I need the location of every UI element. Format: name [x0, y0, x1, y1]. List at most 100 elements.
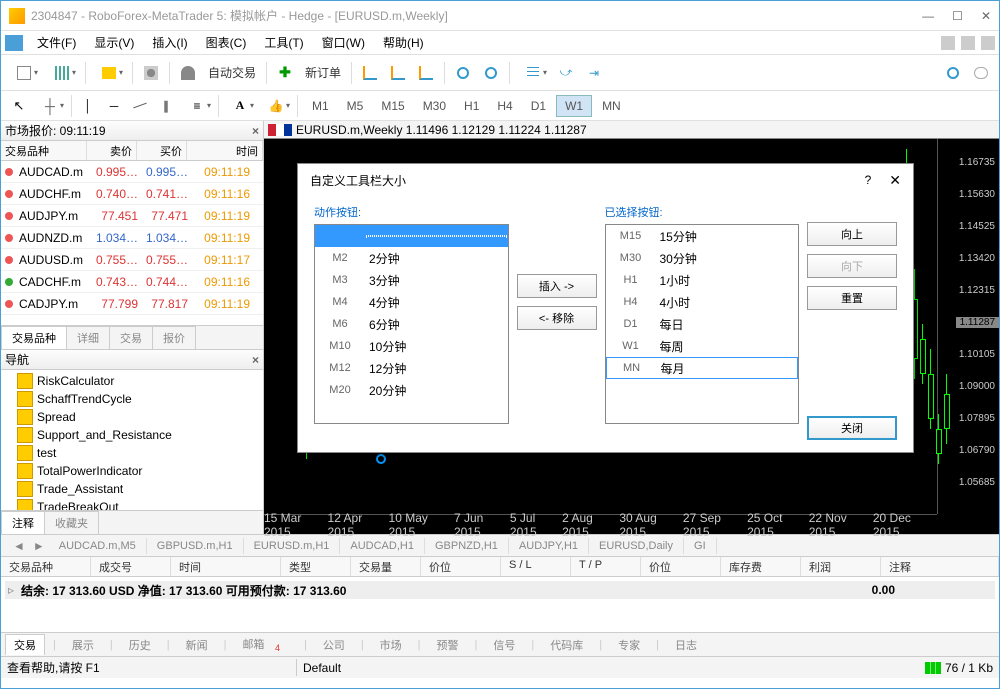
- zoom-out-button[interactable]: [479, 61, 503, 85]
- terminal-col[interactable]: 成交号: [91, 557, 171, 576]
- trendline-tool[interactable]: [128, 94, 152, 118]
- market-row[interactable]: CADCHF.m 0.743… 0.744… 09:11:16: [1, 271, 263, 293]
- terminal-tab-9[interactable]: 代码库: [542, 635, 591, 655]
- nav-item[interactable]: Support_and_Resistance: [1, 426, 263, 444]
- expand-icon[interactable]: ▹: [5, 583, 17, 597]
- nav-item[interactable]: TradeBreakOut: [1, 498, 263, 510]
- chart-tabs-prev[interactable]: ◄: [9, 539, 29, 553]
- market-watch-close[interactable]: ×: [252, 124, 259, 138]
- chat-button[interactable]: [969, 61, 993, 85]
- chart-tab[interactable]: GBPUSD.m,H1: [147, 538, 244, 554]
- terminal-col[interactable]: 利润: [801, 557, 881, 576]
- chart-tab[interactable]: AUDJPY,H1: [509, 538, 589, 554]
- options-button[interactable]: [139, 61, 163, 85]
- menu-help[interactable]: 帮助(H): [375, 32, 432, 53]
- available-item[interactable]: M22分钟: [315, 247, 508, 269]
- profiles-button[interactable]: [45, 61, 79, 85]
- available-item[interactable]: M1212分钟: [315, 357, 508, 379]
- terminal-tab-1[interactable]: 展示: [64, 635, 102, 655]
- hline-tool[interactable]: ─: [102, 94, 126, 118]
- nav-tab-fav[interactable]: 收藏夹: [44, 511, 99, 534]
- chart-tab[interactable]: GI: [684, 538, 717, 554]
- terminal-tab-3[interactable]: 新闻: [178, 635, 216, 655]
- new-order-button[interactable]: ✚: [273, 61, 297, 85]
- available-item[interactable]: M44分钟: [315, 291, 508, 313]
- remove-button[interactable]: <- 移除: [517, 306, 597, 330]
- market-row[interactable]: CADJPY.m 77.799 77.817 09:11:19: [1, 293, 263, 315]
- line-chart-button[interactable]: [414, 61, 438, 85]
- zoom-in-button[interactable]: [451, 61, 475, 85]
- selected-item[interactable]: H44小时: [606, 291, 799, 313]
- selected-item[interactable]: MN每月: [606, 357, 799, 379]
- nav-item[interactable]: SchaffTrendCycle: [1, 390, 263, 408]
- nav-item[interactable]: Spread: [1, 408, 263, 426]
- menu-window[interactable]: 窗口(W): [314, 32, 373, 53]
- terminal-col[interactable]: 类型: [281, 557, 351, 576]
- timeframe-H1[interactable]: H1: [456, 96, 487, 116]
- shift-button[interactable]: ⤻: [554, 61, 578, 85]
- mw-tab-symbols[interactable]: 交易品种: [1, 326, 67, 349]
- menu-file[interactable]: 文件(F): [29, 32, 84, 53]
- menu-chart[interactable]: 图表(C): [198, 32, 255, 53]
- market-row[interactable]: AUDUSD.m 0.755… 0.755… 09:11:17: [1, 249, 263, 271]
- col-time[interactable]: 时间: [187, 141, 263, 160]
- terminal-col[interactable]: 交易量: [351, 557, 421, 576]
- terminal-tab-6[interactable]: 市场: [372, 635, 410, 655]
- mw-tab-trade[interactable]: 交易: [109, 326, 153, 349]
- move-down-button[interactable]: 向下: [807, 254, 897, 278]
- chart-tabs-next[interactable]: ►: [29, 539, 49, 553]
- timeframe-H4[interactable]: H4: [489, 96, 520, 116]
- menu-tools[interactable]: 工具(T): [256, 32, 311, 53]
- terminal-tab-2[interactable]: 历史: [121, 635, 159, 655]
- market-row[interactable]: AUDCHF.m 0.740… 0.741… 09:11:16: [1, 183, 263, 205]
- autotrading-button[interactable]: [176, 61, 200, 85]
- mdi-restore-icon[interactable]: [961, 36, 975, 50]
- terminal-col[interactable]: 注释: [881, 557, 999, 576]
- menu-insert[interactable]: 插入(I): [144, 32, 195, 53]
- available-item[interactable]: M2020分钟: [315, 379, 508, 401]
- new-chart-button[interactable]: [7, 61, 41, 85]
- market-row[interactable]: AUDNZD.m 1.034… 1.034… 09:11:19: [1, 227, 263, 249]
- vline-tool[interactable]: │: [76, 94, 100, 118]
- terminal-col[interactable]: T / P: [571, 557, 641, 576]
- nav-item[interactable]: test: [1, 444, 263, 462]
- bar-chart-button[interactable]: [358, 61, 382, 85]
- terminal-col[interactable]: 时间: [171, 557, 281, 576]
- nav-item[interactable]: RiskCalculator: [1, 372, 263, 390]
- terminal-tab-11[interactable]: 日志: [667, 635, 705, 655]
- crosshair-tool[interactable]: ┼: [33, 94, 67, 118]
- terminal-tab-4[interactable]: 邮箱 4: [234, 634, 296, 655]
- market-row[interactable]: AUDJPY.m 77.451 77.471 09:11:19: [1, 205, 263, 227]
- terminal-tab-0[interactable]: 交易: [5, 634, 45, 655]
- terminal-col[interactable]: 价位: [421, 557, 501, 576]
- col-bid[interactable]: 卖价: [87, 141, 137, 160]
- autoscroll-button[interactable]: ⇥: [582, 61, 606, 85]
- timeframe-M15[interactable]: M15: [373, 96, 412, 116]
- available-listbox[interactable]: M22分钟M33分钟M44分钟M66分钟M1010分钟M1212分钟M2020分…: [314, 224, 509, 424]
- mdi-minimize-icon[interactable]: [941, 36, 955, 50]
- chart-tab[interactable]: AUDCAD,H1: [340, 538, 425, 554]
- chart-tab[interactable]: AUDCAD.m,M5: [49, 538, 147, 554]
- terminal-tab-5[interactable]: 公司: [315, 635, 353, 655]
- available-item[interactable]: [315, 225, 508, 247]
- chart-tab[interactable]: EURUSD,Daily: [589, 538, 684, 554]
- objects-tool[interactable]: 👍: [259, 94, 293, 118]
- terminal-col[interactable]: S / L: [501, 557, 571, 576]
- selected-item[interactable]: W1每周: [606, 335, 799, 357]
- text-tool[interactable]: A: [223, 94, 257, 118]
- close-button[interactable]: ✕: [981, 9, 991, 23]
- fibo-tool[interactable]: ≡: [180, 94, 214, 118]
- mdi-close-icon[interactable]: [981, 36, 995, 50]
- terminal-tab-10[interactable]: 专家: [610, 635, 648, 655]
- selected-item[interactable]: M3030分钟: [606, 247, 799, 269]
- selected-listbox[interactable]: M1515分钟M3030分钟H11小时H44小时D1每日W1每周MN每月: [605, 224, 800, 424]
- terminal-tab-8[interactable]: 信号: [485, 635, 523, 655]
- open-data-button[interactable]: [92, 61, 126, 85]
- search-button[interactable]: [941, 61, 965, 85]
- selected-item[interactable]: M1515分钟: [606, 225, 799, 247]
- close-dialog-button[interactable]: 关闭: [807, 416, 897, 440]
- auto-arrange-button[interactable]: [516, 61, 550, 85]
- timeframe-W1[interactable]: W1: [556, 95, 592, 117]
- dialog-help-button[interactable]: ?: [865, 173, 872, 187]
- reset-button[interactable]: 重置: [807, 286, 897, 310]
